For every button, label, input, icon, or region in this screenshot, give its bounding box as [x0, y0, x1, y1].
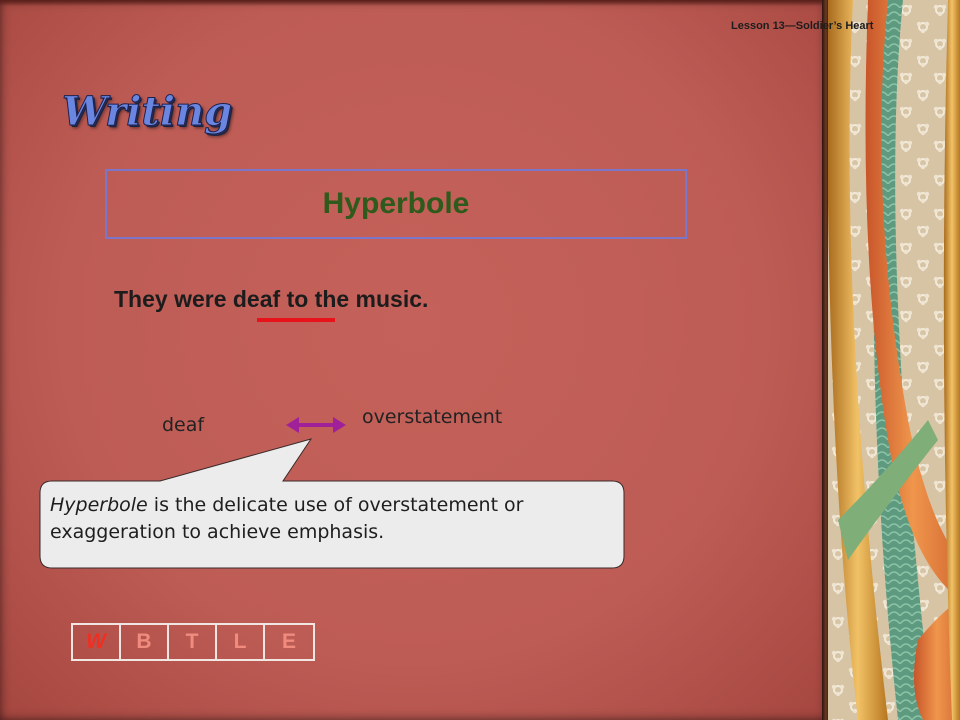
section-heading: Writing [61, 88, 233, 136]
lesson-label: Lesson 13—Soldier’s Heart [731, 20, 874, 32]
nav-button-l[interactable]: L [217, 625, 265, 659]
example-sentence: They were deaf to the music. [114, 286, 429, 312]
word-underline [257, 318, 335, 322]
definition-term: Hyperbole [50, 494, 148, 516]
decorative-floral-panel [828, 0, 960, 720]
nav-button-t[interactable]: T [169, 625, 217, 659]
term-label: deaf [162, 414, 205, 436]
double-arrow-icon [286, 417, 346, 433]
nav-button-w[interactable]: W [73, 625, 121, 659]
slide-title: Hyperbole [322, 187, 470, 220]
nav-button-b[interactable]: B [121, 625, 169, 659]
top-shadow [0, 0, 826, 6]
nav-button-e[interactable]: E [265, 625, 313, 659]
title-box: Hyperbole [105, 169, 687, 239]
definition-text: Hyperbole is the delicate use of oversta… [50, 492, 610, 546]
lesson-nav: W B T L E [71, 623, 315, 661]
meaning-label: overstatement [362, 406, 503, 428]
